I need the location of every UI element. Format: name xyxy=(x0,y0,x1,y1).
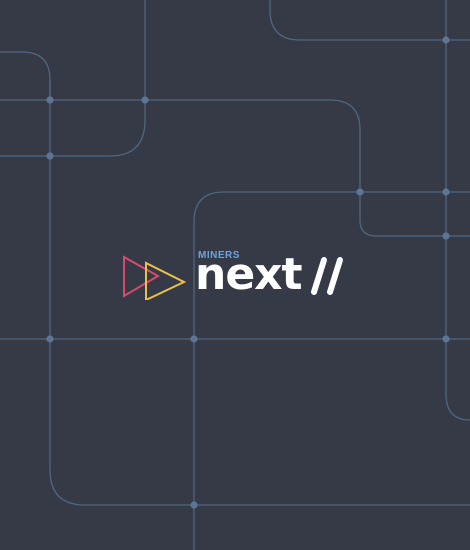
cover-canvas: MINERS next xyxy=(0,0,470,550)
miners-next-logo: MINERS next xyxy=(120,244,360,304)
double-slash-icon xyxy=(311,257,343,295)
double-triangle-play-icon xyxy=(123,255,187,300)
logo-wordmark: next xyxy=(195,249,303,300)
